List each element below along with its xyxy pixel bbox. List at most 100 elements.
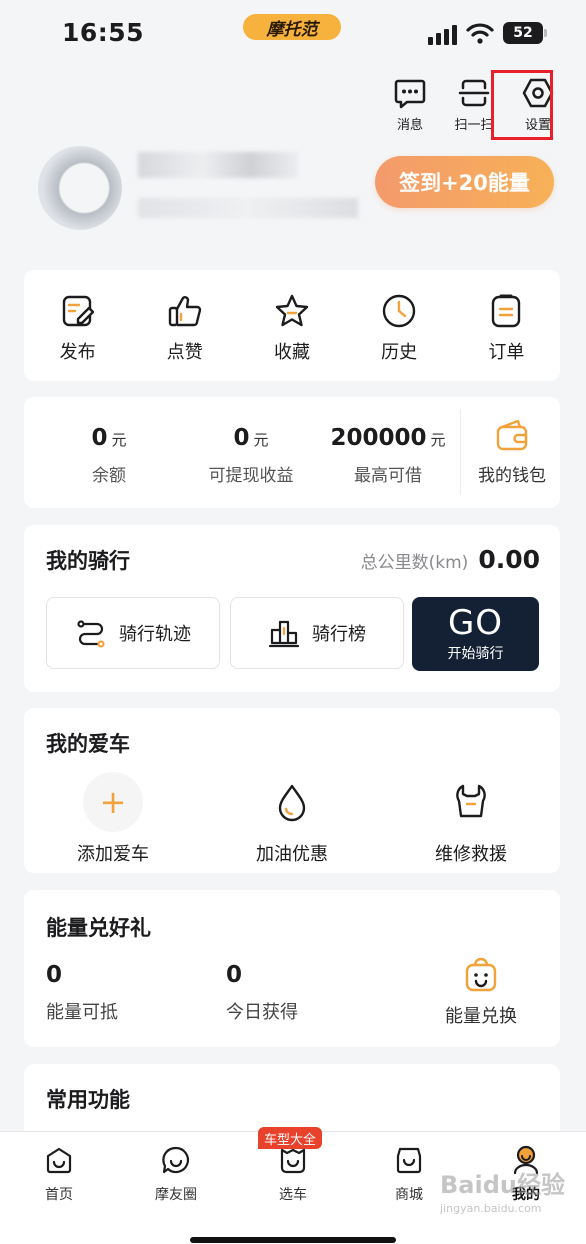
energy-today-label: 今日获得 [226, 1002, 298, 1023]
status-time: 16:55 [62, 18, 145, 47]
chat-icon [162, 1146, 190, 1174]
message-icon [394, 79, 426, 109]
energy-title: 能量兑好礼 [46, 916, 151, 940]
wifi-icon [466, 23, 494, 44]
wallet-withdrawable[interactable]: 0元 可提现收益 [186, 425, 316, 486]
credit-value: 200000 [330, 425, 427, 451]
go-ride-button[interactable]: GO 开始骑行 [412, 597, 539, 671]
go-label: GO [447, 603, 504, 643]
wallet-card: 0元 余额 0元 可提现收益 200000 元 最高可借 我的钱包 [24, 397, 560, 508]
withdrawable-label: 可提现收益 [208, 466, 294, 486]
shop-icon [396, 1147, 422, 1174]
tab-home[interactable]: 首页 [19, 1144, 99, 1204]
gift-bag-icon [465, 957, 497, 992]
tab-label: 首页 [45, 1187, 73, 1203]
select-car-icon [280, 1148, 306, 1174]
message-button[interactable]: 消息 [388, 76, 432, 133]
common-functions-title: 常用功能 [46, 1088, 130, 1112]
scan-button[interactable]: 扫一扫 [452, 76, 496, 133]
riding-rank-button[interactable]: 骑行榜 [230, 597, 404, 669]
balance-value: 0 [91, 425, 108, 451]
clock-icon [382, 294, 416, 328]
thumbs-up-icon [168, 296, 201, 327]
watermark: Baidu经验 jingyan.baidu.com [440, 1165, 565, 1215]
energy-exchange-label: 能量兑换 [445, 1006, 517, 1027]
riding-card: 我的骑行 总公里数(km) 0.00 骑行轨迹 骑行榜 GO 开始骑行 [24, 525, 560, 692]
wallet-divider [460, 409, 461, 495]
blurred-username [138, 152, 298, 178]
energy-today[interactable]: 0 今日获得 [226, 962, 298, 1024]
tab-label: 摩友圈 [155, 1187, 197, 1203]
riding-total-label: 总公里数(km) [360, 553, 469, 573]
balance-label: 余额 [92, 466, 126, 486]
watermark-sub: jingyan.baidu.com [440, 1202, 542, 1215]
home-indicator [190, 1237, 396, 1243]
riding-total-value: 0.00 [478, 545, 540, 574]
quick-menu-card: 发布 点赞 收藏 历史 订单 [24, 270, 560, 381]
status-bar: 16:55 摩托范 52 [0, 0, 586, 70]
energy-deductible-value: 0 [46, 962, 63, 988]
settings-highlight-box [491, 70, 553, 140]
route-icon [77, 620, 105, 648]
order-icon [492, 294, 521, 328]
energy-card: 能量兑好礼 0 能量可抵 0 今日获得 能量兑换 [24, 890, 560, 1047]
scan-icon [458, 79, 490, 107]
add-car-label: 添加爱车 [77, 844, 149, 865]
fuel-discount-label: 加油优惠 [256, 844, 328, 865]
energy-today-value: 0 [226, 962, 243, 988]
tab-shop[interactable]: 商城 [369, 1144, 449, 1204]
add-car-button[interactable]: + 添加爱车 [48, 772, 178, 866]
energy-deductible-label: 能量可抵 [46, 1002, 118, 1023]
balance-unit: 元 [111, 431, 127, 449]
app-name-pill: 摩托范 [243, 14, 341, 40]
credit-unit: 元 [430, 431, 446, 449]
watermark-text: Baidu经验 [440, 1171, 565, 1199]
wallet-credit[interactable]: 200000 元 最高可借 [322, 425, 454, 486]
my-wallet-button[interactable]: 我的钱包 [472, 417, 552, 486]
riding-total: 总公里数(km) 0.00 [361, 545, 540, 574]
tab-select-car[interactable]: 选车 [253, 1144, 333, 1204]
profile-header[interactable] [38, 140, 368, 230]
riding-track-button[interactable]: 骑行轨迹 [46, 597, 220, 669]
quick-label: 收藏 [273, 342, 310, 363]
quick-label: 点赞 [166, 342, 203, 363]
scan-label: 扫一扫 [454, 118, 494, 133]
repair-rescue-button[interactable]: 维修救援 [406, 772, 536, 866]
tab-community[interactable]: 摩友圈 [136, 1144, 216, 1204]
withdrawable-unit: 元 [253, 431, 269, 449]
edit-icon [62, 295, 94, 327]
podium-icon [268, 620, 300, 648]
my-wallet-label: 我的钱包 [478, 466, 546, 486]
energy-deductible[interactable]: 0 能量可抵 [46, 962, 118, 1024]
blurred-user-info [138, 198, 358, 218]
quick-label: 历史 [381, 342, 418, 363]
repair-rescue-label: 维修救援 [435, 844, 507, 865]
withdrawable-value: 0 [233, 425, 250, 451]
riding-track-label: 骑行轨迹 [119, 624, 191, 645]
fuel-discount-button[interactable]: 加油优惠 [227, 772, 357, 866]
energy-exchange-button[interactable]: 能量兑换 [426, 956, 536, 1028]
quick-item-history[interactable]: 历史 [354, 292, 444, 364]
repair-icon [456, 784, 486, 818]
quick-item-likes[interactable]: 点赞 [140, 292, 230, 364]
star-icon [275, 294, 309, 327]
tab-label: 选车 [279, 1187, 307, 1203]
message-label: 消息 [396, 118, 423, 133]
wallet-icon [496, 419, 528, 451]
wallet-balance[interactable]: 0元 余额 [44, 425, 174, 486]
riding-rank-label: 骑行榜 [312, 624, 366, 645]
checkin-button[interactable]: 签到+20能量 [375, 156, 554, 208]
home-icon [46, 1147, 72, 1174]
tab-label: 商城 [395, 1187, 423, 1203]
plus-icon: + [83, 772, 143, 832]
avatar[interactable] [38, 146, 122, 230]
riding-title: 我的骑行 [46, 549, 130, 573]
my-car-card: 我的爱车 + 添加爱车 加油优惠 维修救援 [24, 708, 560, 873]
quick-label: 订单 [488, 342, 525, 363]
quick-item-publish[interactable]: 发布 [33, 292, 123, 364]
credit-label: 最高可借 [354, 466, 422, 486]
quick-label: 发布 [59, 342, 96, 363]
quick-item-orders[interactable]: 订单 [461, 292, 551, 364]
quick-item-favorites[interactable]: 收藏 [247, 292, 337, 364]
my-car-title: 我的爱车 [46, 732, 130, 756]
